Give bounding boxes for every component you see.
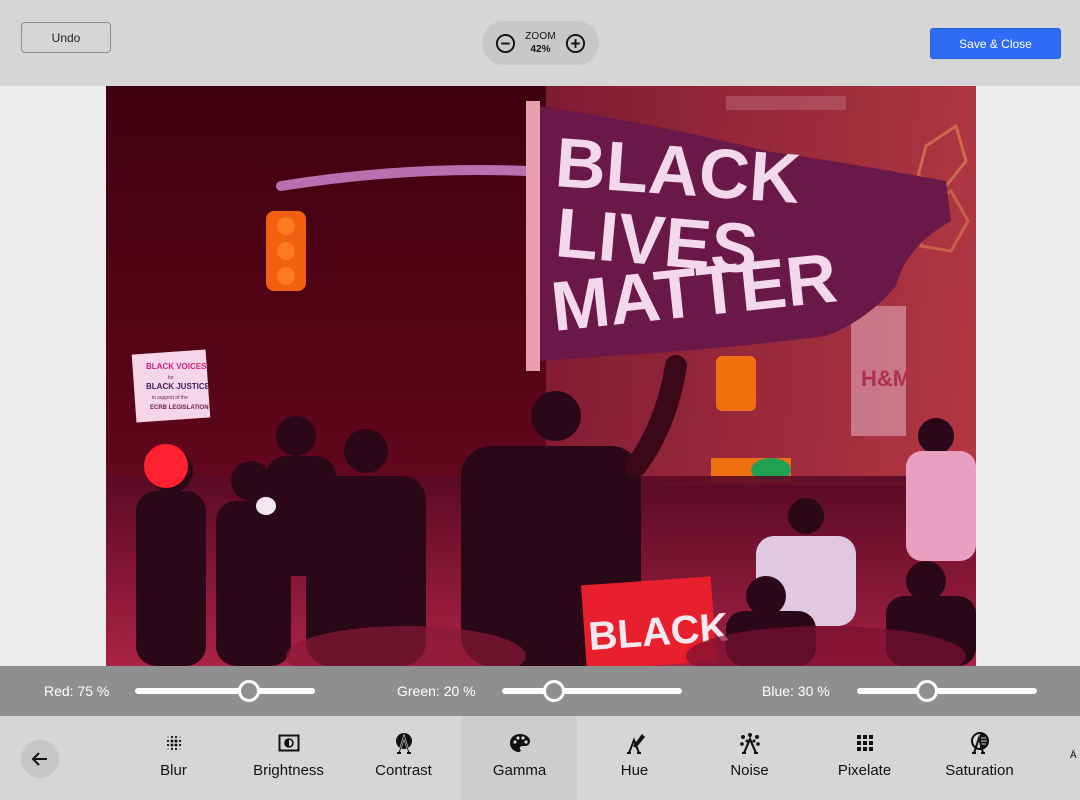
zoom-in-button[interactable]: [565, 32, 587, 54]
rgb-slider-bar: Red: 75 % Green: 20 % Blue: 30 %: [0, 666, 1080, 716]
slider-green-track[interactable]: [502, 688, 682, 694]
protest-sign: BLACK VOICES for BLACK JUSTICE in suppor…: [131, 349, 211, 423]
traffic-light-far: [716, 356, 756, 411]
blur-dots-icon: [166, 735, 181, 751]
svg-text:BLACK JUSTICE: BLACK JUSTICE: [146, 382, 211, 391]
tool-pixelate[interactable]: Pixelate: [807, 716, 922, 800]
save-and-close-button[interactable]: Save & Close: [930, 28, 1061, 59]
saturation-icon: [970, 732, 989, 754]
tool-blur-label: Blur: [160, 762, 187, 779]
minus-circle-icon: [495, 33, 515, 53]
tool-gamma-label: Gamma: [492, 762, 547, 779]
svg-text:BLACK VOICES: BLACK VOICES: [146, 362, 207, 371]
svg-text:for: for: [168, 375, 174, 381]
tool-contrast-label: Contrast: [375, 762, 432, 779]
noise-icon: [739, 733, 760, 754]
contrast-icon: [395, 733, 412, 754]
red-beanie: [144, 444, 188, 488]
tool-pixelate-label: Pixelate: [837, 762, 892, 779]
slider-red-label: Red: 75 %: [44, 683, 110, 699]
back-button[interactable]: [21, 740, 59, 778]
face-mask: [256, 497, 276, 515]
slider-red: Red: 75 %: [44, 666, 109, 716]
slider-blue-label: Blue: 30 %: [762, 683, 830, 699]
zoom-label: ZOOM: [525, 31, 556, 42]
plus-circle-icon: [566, 33, 586, 53]
zoom-out-button[interactable]: [494, 32, 516, 54]
brightness-icon: [278, 734, 299, 752]
zoom-readout: ZOOM 42%: [525, 30, 556, 56]
slider-blue-thumb[interactable]: [916, 680, 938, 702]
flag-pole: [526, 101, 540, 371]
tool-saturation[interactable]: Saturation: [922, 716, 1037, 800]
slider-green: Green: 20 %: [397, 666, 476, 716]
tool-brightness[interactable]: Brightness: [231, 716, 346, 800]
tool-noise[interactable]: Noise: [692, 716, 807, 800]
slider-green-thumb[interactable]: [543, 680, 565, 702]
zoom-control: ZOOM 42%: [482, 21, 599, 65]
slider-red-track[interactable]: [135, 688, 315, 694]
photo-render: H&M BLACK LIVES MATTER BLACK VOICES for …: [106, 86, 976, 666]
arrow-left-icon: [31, 752, 47, 766]
tool-hue[interactable]: Hue: [577, 716, 692, 800]
slider-green-label: Green: 20 %: [397, 683, 476, 699]
palette-icon: [509, 734, 530, 752]
tool-blur[interactable]: Blur: [116, 716, 231, 800]
zoom-value: 42%: [530, 44, 551, 55]
hm-sign-text: H&M: [861, 366, 911, 391]
tool-contrast[interactable]: Contrast: [346, 716, 461, 800]
slider-blue-track[interactable]: [857, 688, 1037, 694]
filter-toolbar: Blur Brightness Contrast Gamma Hue Noise…: [0, 716, 1080, 800]
canvas-area: H&M BLACK LIVES MATTER BLACK VOICES for …: [0, 86, 1080, 666]
slider-blue: Blue: 30 %: [762, 666, 830, 716]
svg-text:in support of the: in support of the: [152, 395, 188, 401]
hue-icon: [626, 734, 645, 754]
pixelate-grid-icon: [856, 735, 873, 751]
tool-hue-label: Hue: [620, 762, 649, 779]
edited-photo[interactable]: H&M BLACK LIVES MATTER BLACK VOICES for …: [106, 86, 976, 666]
tool-gamma[interactable]: Gamma: [462, 716, 577, 800]
tool-saturation-label: Saturation: [945, 762, 1014, 779]
slider-red-thumb[interactable]: [238, 680, 260, 702]
building-window: [726, 96, 846, 110]
toolbar-overflow-glyph: Ä: [1070, 750, 1077, 761]
tool-noise-label: Noise: [730, 762, 769, 779]
svg-text:ECRB LEGISLATION: ECRB LEGISLATION: [150, 405, 209, 411]
tool-brightness-label: Brightness: [253, 762, 324, 779]
editor-header: Undo ZOOM 42% Save & Close: [0, 0, 1080, 86]
undo-button[interactable]: Undo: [21, 22, 111, 53]
